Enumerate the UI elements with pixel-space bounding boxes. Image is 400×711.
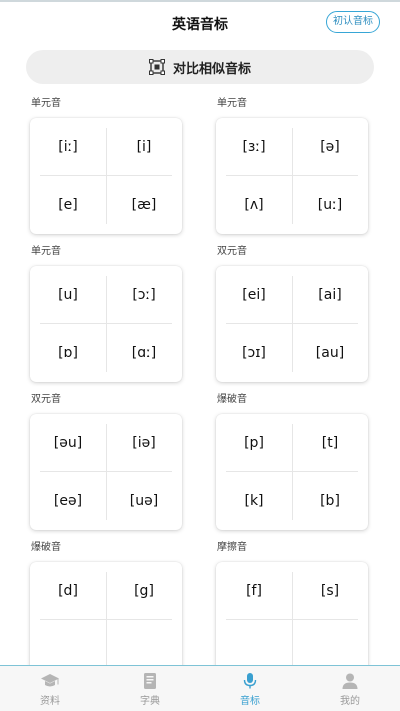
group-title: 双元音 (31, 394, 61, 405)
phonetic-symbol[interactable]: [uə] (106, 472, 182, 530)
phonetic-card: [ei] [ai] [ɔɪ] [au] (216, 266, 368, 382)
group-title: 单元音 (217, 98, 247, 109)
phonetic-symbol[interactable]: [e] (30, 176, 106, 234)
phonetic-symbol[interactable]: [b] (292, 472, 368, 530)
group-title: 摩擦音 (217, 542, 247, 553)
phonetic-symbol[interactable]: [əu] (30, 414, 106, 472)
phonetic-symbol[interactable]: [æ] (106, 176, 182, 234)
phonetic-symbol[interactable]: [ɔː] (106, 266, 182, 324)
phonetic-symbol[interactable]: [ɑː] (106, 324, 182, 382)
user-icon (342, 673, 358, 689)
tab-label: 我的 (340, 696, 360, 707)
tab-label: 字典 (140, 696, 160, 707)
phonetic-card: [p] [t] [k] [b] (216, 414, 368, 530)
phonetic-group: 摩擦音 [f] [s] (216, 540, 370, 678)
phonetic-symbol[interactable]: [ʌ] (216, 176, 292, 234)
compare-label: 对比相似音标 (172, 61, 251, 77)
init-phonetics-button[interactable]: 初认音标 (326, 11, 380, 33)
phonetic-symbol[interactable]: [iə] (106, 414, 182, 472)
phonetic-symbol[interactable]: [ei] (216, 266, 292, 324)
phonetic-card: [f] [s] (216, 562, 368, 678)
phonetic-group: 爆破音 [d] [g] (30, 540, 184, 678)
phonetic-symbol[interactable]: [ai] (292, 266, 368, 324)
phonetic-symbol[interactable]: [ɒ] (30, 324, 106, 382)
phonetic-symbol[interactable]: [au] (292, 324, 368, 382)
phonetic-symbol[interactable]: [u] (30, 266, 106, 324)
phonetic-card: [u] [ɔː] [ɒ] [ɑː] (30, 266, 182, 382)
phonetic-group: 单元音 [u] [ɔː] [ɒ] [ɑː] (30, 244, 184, 382)
bottom-tab-bar: 资料 字典 音标 我的 (0, 665, 400, 711)
app-root: 英语音标 初认音标 对比相似音标 单元音 [iː] [i] [e] [æ] 单元… (0, 0, 400, 711)
group-title: 单元音 (31, 246, 61, 257)
compare-similar-button[interactable]: 对比相似音标 (26, 50, 374, 84)
tab-dictionary[interactable]: 字典 (100, 666, 200, 711)
tab-label: 音标 (240, 696, 260, 707)
phonetic-group: 双元音 [əu] [iə] [eə] [uə] (30, 392, 184, 530)
phonetic-group: 单元音 [iː] [i] [e] [æ] (30, 96, 184, 234)
tab-mine[interactable]: 我的 (300, 666, 400, 711)
phonetic-symbol[interactable]: [iː] (30, 118, 106, 176)
group-title: 单元音 (31, 98, 61, 109)
phonetic-symbol[interactable]: [d] (30, 562, 106, 620)
phonetic-symbol[interactable]: [g] (106, 562, 182, 620)
phonetic-symbol[interactable]: [k] (216, 472, 292, 530)
phonetic-group: 单元音 [ɜː] [ə] [ʌ] [uː] (216, 96, 370, 234)
book-icon (144, 673, 156, 689)
microphone-icon (243, 673, 257, 689)
compare-icon (148, 59, 165, 75)
header: 英语音标 初认音标 (0, 2, 400, 42)
phonetic-symbol[interactable]: [ɜː] (216, 118, 292, 176)
phonetic-symbol[interactable]: [ə] (292, 118, 368, 176)
phonetic-symbol[interactable]: [uː] (292, 176, 368, 234)
graduation-cap-icon (41, 674, 59, 687)
phonetic-card: [əu] [iə] [eə] [uə] (30, 414, 182, 530)
phonetic-symbol[interactable]: [i] (106, 118, 182, 176)
group-title: 爆破音 (217, 394, 247, 405)
tab-phonetics[interactable]: 音标 (200, 666, 300, 711)
group-title: 爆破音 (31, 542, 61, 553)
phonetic-symbol[interactable]: [t] (292, 414, 368, 472)
phonetic-symbol[interactable]: [p] (216, 414, 292, 472)
phonetic-symbol[interactable]: [f] (216, 562, 292, 620)
tab-materials[interactable]: 资料 (0, 666, 100, 711)
phonetic-groups: 单元音 [iː] [i] [e] [æ] 单元音 [ɜː] [ə] [ʌ] [u… (30, 96, 370, 678)
phonetic-symbol[interactable]: [eə] (30, 472, 106, 530)
phonetic-group: 双元音 [ei] [ai] [ɔɪ] [au] (216, 244, 370, 382)
phonetic-symbol[interactable]: [s] (292, 562, 368, 620)
phonetic-symbol[interactable]: [ɔɪ] (216, 324, 292, 382)
phonetic-card: [ɜː] [ə] [ʌ] [uː] (216, 118, 368, 234)
tab-label: 资料 (40, 696, 60, 707)
phonetic-card: [iː] [i] [e] [æ] (30, 118, 182, 234)
phonetic-card: [d] [g] (30, 562, 182, 678)
phonetic-group: 爆破音 [p] [t] [k] [b] (216, 392, 370, 530)
group-title: 双元音 (217, 246, 247, 257)
